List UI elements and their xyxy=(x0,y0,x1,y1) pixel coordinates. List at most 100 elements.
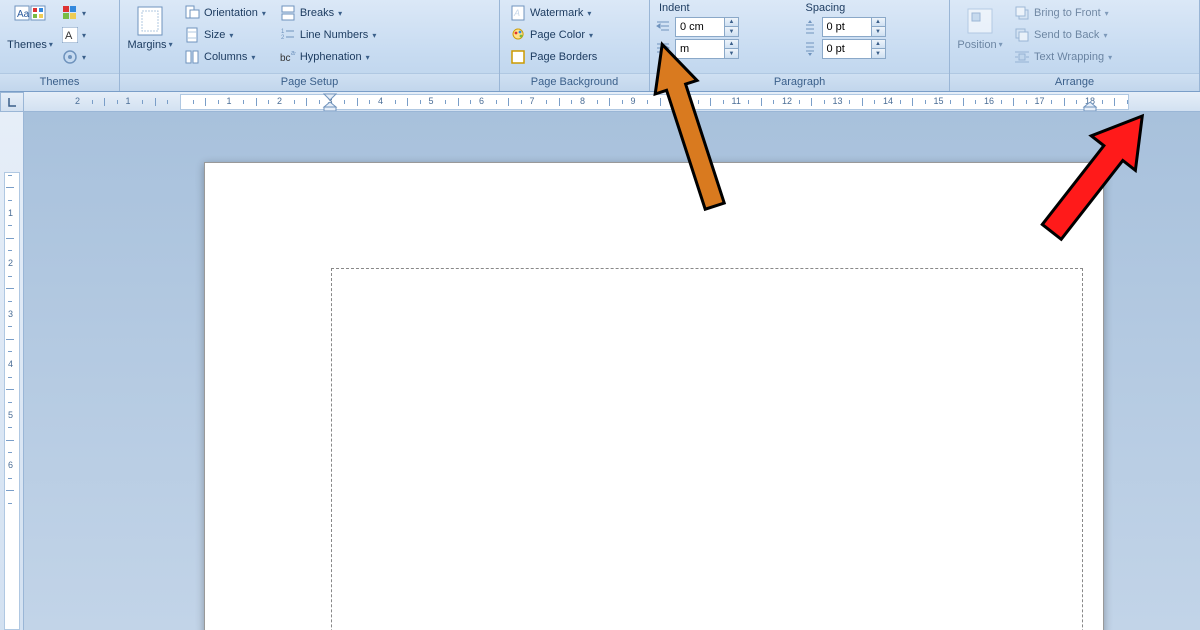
hanging-indent-marker[interactable] xyxy=(322,102,338,112)
position-button[interactable]: Position▾ xyxy=(955,2,1005,68)
text-box[interactable] xyxy=(331,268,1083,630)
group-page-background: A Watermark ▾ Page Color ▾ Page Borders … xyxy=(500,0,650,91)
chevron-down-icon: ▾ xyxy=(338,9,342,18)
send-back-label: Send to Back xyxy=(1034,29,1099,41)
effects-icon xyxy=(62,49,78,65)
columns-label: Columns xyxy=(204,51,247,63)
size-button[interactable]: Size ▾ xyxy=(179,24,271,46)
bring-front-label: Bring to Front xyxy=(1034,7,1101,19)
spin-down[interactable]: ▼ xyxy=(724,27,738,36)
group-page-setup: Margins▾ Orientation ▾ Size ▾ Columns ▾ xyxy=(120,0,500,91)
tab-selector[interactable] xyxy=(0,92,24,112)
svg-text:A: A xyxy=(513,8,520,18)
text-wrapping-button[interactable]: Text Wrapping ▾ xyxy=(1009,46,1117,68)
group-label-paragraph: Paragraph xyxy=(650,73,949,91)
document-page[interactable] xyxy=(204,162,1104,630)
chevron-down-icon: ▾ xyxy=(229,31,233,40)
send-back-icon xyxy=(1014,27,1030,43)
indent-right-field[interactable] xyxy=(676,40,724,58)
page-color-button[interactable]: Page Color ▾ xyxy=(505,24,602,46)
spacing-after-field[interactable] xyxy=(823,40,871,58)
chevron-down-icon: ▾ xyxy=(1105,9,1109,18)
orientation-button[interactable]: Orientation ▾ xyxy=(179,2,271,24)
indent-right-icon xyxy=(655,41,671,57)
chevron-down-icon: ▾ xyxy=(999,39,1003,51)
chevron-down-icon: ▾ xyxy=(587,9,591,18)
chevron-down-icon: ▾ xyxy=(1103,31,1107,40)
theme-fonts-button[interactable]: A ▾ xyxy=(59,24,85,46)
margins-label: Margins xyxy=(127,39,166,51)
spin-up[interactable]: ▲ xyxy=(724,40,738,49)
right-indent-marker[interactable] xyxy=(1082,102,1098,112)
page-borders-button[interactable]: Page Borders xyxy=(505,46,602,68)
orientation-label: Orientation xyxy=(204,7,258,19)
spin-up[interactable]: ▲ xyxy=(871,40,885,49)
margins-button[interactable]: Margins▾ xyxy=(125,2,175,68)
chevron-down-icon: ▾ xyxy=(589,31,593,40)
bring-to-front-button[interactable]: Bring to Front ▾ xyxy=(1009,2,1117,24)
breaks-button[interactable]: Breaks ▾ xyxy=(275,2,382,24)
spin-up[interactable]: ▲ xyxy=(871,18,885,27)
spin-down[interactable]: ▼ xyxy=(871,49,885,58)
position-icon xyxy=(964,5,996,37)
spacing-before-field[interactable] xyxy=(823,18,871,36)
indent-right-input[interactable]: ▲▼ xyxy=(675,39,739,59)
columns-icon xyxy=(184,49,200,65)
fonts-icon: A xyxy=(62,27,78,43)
chevron-down-icon: ▾ xyxy=(262,9,266,18)
horizontal-ruler[interactable]: 21123456789101112131415161718 xyxy=(24,92,1200,112)
document-area[interactable] xyxy=(24,112,1200,630)
ribbon: Aa Themes▾ ▾ A ▾ ▾ Themes xyxy=(0,0,1200,92)
indent-left-field[interactable] xyxy=(676,18,724,36)
hyphenation-button[interactable]: bca- Hyphenation ▾ xyxy=(275,46,382,68)
orientation-icon xyxy=(184,5,200,21)
spin-up[interactable]: ▲ xyxy=(724,18,738,27)
text-wrapping-icon xyxy=(1014,49,1030,65)
spacing-after-input[interactable]: ▲▼ xyxy=(822,39,886,59)
watermark-label: Watermark xyxy=(530,7,583,19)
watermark-icon: A xyxy=(510,5,526,21)
svg-text:bc: bc xyxy=(280,53,291,64)
chevron-down-icon: ▾ xyxy=(82,31,86,40)
indent-header: Indent xyxy=(655,2,798,16)
vertical-ruler[interactable]: 123456 xyxy=(0,112,24,630)
chevron-down-icon: ▾ xyxy=(1108,53,1112,62)
spacing-after-icon xyxy=(802,41,818,57)
spacing-before-input[interactable]: ▲▼ xyxy=(822,17,886,37)
chevron-down-icon: ▾ xyxy=(169,39,173,51)
send-to-back-button[interactable]: Send to Back ▾ xyxy=(1009,24,1117,46)
indent-left-input[interactable]: ▲▼ xyxy=(675,17,739,37)
text-wrapping-label: Text Wrapping xyxy=(1034,51,1104,63)
page-color-icon xyxy=(510,27,526,43)
spin-down[interactable]: ▼ xyxy=(871,27,885,36)
chevron-down-icon: ▾ xyxy=(251,53,255,62)
watermark-button[interactable]: A Watermark ▾ xyxy=(505,2,602,24)
size-label: Size xyxy=(204,29,225,41)
line-numbers-button[interactable]: 12 Line Numbers ▾ xyxy=(275,24,382,46)
workspace: 123456 xyxy=(0,112,1200,630)
theme-colors-button[interactable]: ▾ xyxy=(59,2,85,24)
indent-left-icon xyxy=(655,19,671,35)
line-numbers-icon: 12 xyxy=(280,27,296,43)
margins-icon xyxy=(134,5,166,37)
theme-effects-button[interactable]: ▾ xyxy=(59,46,85,68)
themes-icon: Aa xyxy=(14,5,46,37)
themes-button[interactable]: Aa Themes▾ xyxy=(5,2,55,68)
chevron-down-icon: ▾ xyxy=(366,53,370,62)
svg-text:2: 2 xyxy=(281,35,285,41)
group-label-page-background: Page Background xyxy=(500,73,649,91)
chevron-down-icon: ▾ xyxy=(82,53,86,62)
chevron-down-icon: ▾ xyxy=(49,39,53,51)
group-arrange: Position▾ Bring to Front ▾ Send to Back … xyxy=(950,0,1200,91)
themes-label: Themes xyxy=(7,39,47,51)
hyphenation-icon: bca- xyxy=(280,49,296,65)
hyphenation-label: Hyphenation xyxy=(300,51,362,63)
columns-button[interactable]: Columns ▾ xyxy=(179,46,271,68)
svg-text:A: A xyxy=(65,30,73,42)
breaks-icon xyxy=(280,5,296,21)
group-label-page-setup: Page Setup xyxy=(120,73,499,91)
line-numbers-label: Line Numbers xyxy=(300,29,368,41)
page-borders-label: Page Borders xyxy=(530,51,597,63)
page-color-label: Page Color xyxy=(530,29,585,41)
spin-down[interactable]: ▼ xyxy=(724,49,738,58)
